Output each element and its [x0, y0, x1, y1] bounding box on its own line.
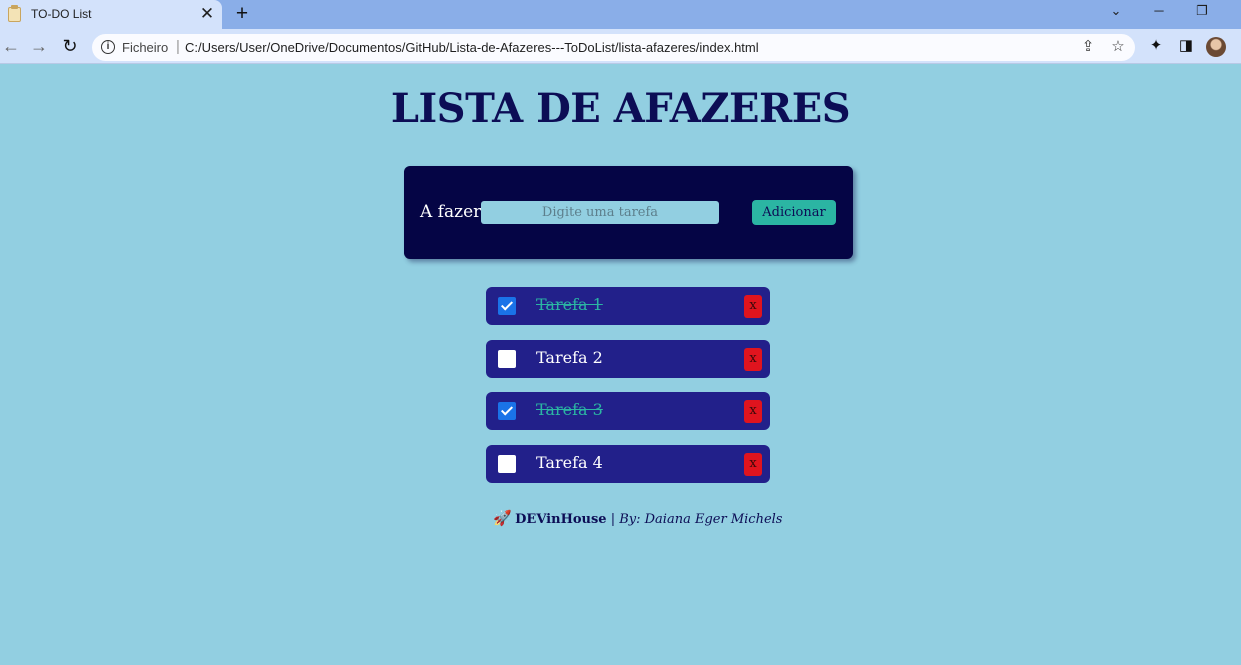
reload-icon[interactable]: ↻	[59, 35, 81, 57]
delete-task-button[interactable]: x	[744, 452, 762, 476]
footer: 🚀 DEVinHouse | By: Daiana Eger Michels	[493, 509, 782, 527]
notepad-icon	[8, 5, 21, 22]
task-checkbox[interactable]	[498, 297, 516, 315]
footer-byline: | By: Daiana Eger Michels	[606, 512, 783, 527]
tab-strip: TO-DO List ✕ + ⌄ ─ ❐	[0, 0, 1241, 29]
task-item: Tarefa 3 x	[486, 392, 770, 430]
task-checkbox[interactable]	[498, 349, 516, 368]
new-tab-button[interactable]: +	[232, 3, 252, 25]
forward-icon[interactable]: →	[28, 35, 50, 57]
delete-task-button[interactable]: x	[744, 347, 762, 371]
delete-task-button[interactable]: x	[744, 295, 762, 318]
address-bar[interactable]: i Ficheiro | C:/Users/User/OneDrive/Docu…	[92, 34, 1135, 61]
task-input[interactable]	[481, 201, 719, 224]
chevron-down-icon[interactable]: ⌄	[1106, 2, 1126, 20]
add-task-form: A fazer: Adicionar	[404, 166, 853, 259]
share-icon[interactable]: ⇪	[1079, 38, 1097, 56]
side-panel-icon[interactable]: ◨	[1177, 37, 1195, 55]
delete-task-button[interactable]: x	[744, 400, 762, 423]
task-list: Tarefa 1 x Tarefa 2 x Tarefa 3 x Tarefa …	[486, 287, 770, 497]
avatar[interactable]	[1206, 37, 1226, 57]
task-input-label: A fazer:	[420, 202, 487, 222]
task-text: Tarefa 2	[536, 347, 603, 367]
task-checkbox[interactable]	[498, 402, 516, 420]
extensions-icon[interactable]: ✦	[1147, 37, 1165, 55]
tab-title: TO-DO List	[31, 7, 92, 21]
task-item: Tarefa 4 x	[486, 444, 770, 483]
browser-tab[interactable]: TO-DO List ✕	[0, 0, 222, 29]
address-separator: |	[176, 38, 180, 55]
footer-brand: DEVinHouse	[515, 512, 607, 527]
page-title: LISTA DE AFAZERES	[390, 85, 851, 132]
task-item: Tarefa 2 x	[486, 339, 770, 378]
task-text: Tarefa 3	[536, 400, 603, 419]
restore-icon[interactable]: ❐	[1192, 2, 1212, 20]
task-text: Tarefa 4	[536, 452, 603, 472]
rocket-icon: 🚀	[493, 509, 512, 527]
task-checkbox[interactable]	[498, 454, 516, 473]
info-icon[interactable]: i	[101, 40, 115, 54]
add-task-button[interactable]: Adicionar	[752, 200, 836, 225]
address-url[interactable]: C:/Users/User/OneDrive/Documentos/GitHub…	[185, 40, 759, 55]
back-icon[interactable]: ←	[0, 35, 22, 57]
browser-toolbar: ← → ↻ i Ficheiro | C:/Users/User/OneDriv…	[0, 29, 1241, 64]
address-scheme: Ficheiro	[122, 40, 169, 55]
minimize-icon[interactable]: ─	[1149, 2, 1169, 20]
task-text: Tarefa 1	[536, 295, 603, 314]
star-icon[interactable]: ☆	[1109, 38, 1127, 56]
task-item: Tarefa 1 x	[486, 287, 770, 325]
close-tab-icon[interactable]: ✕	[199, 4, 215, 24]
